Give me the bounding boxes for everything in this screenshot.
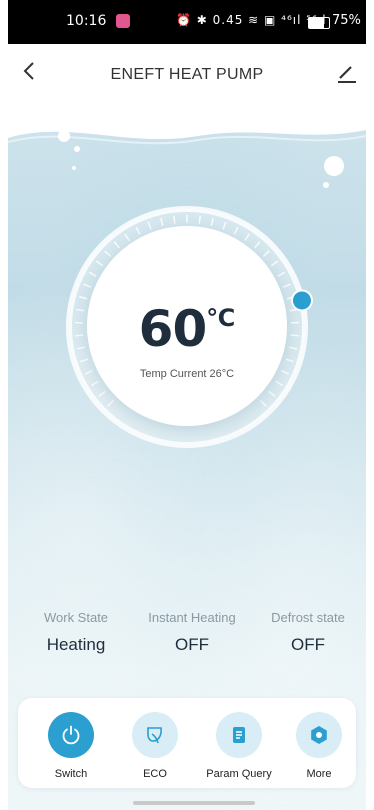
status-time: 10:16 (66, 13, 107, 29)
eco-label: ECO (143, 768, 167, 780)
bubble-decoration (324, 156, 344, 176)
param-query-label: Param Query (206, 768, 272, 780)
defrost-state: Defrost state OFF (248, 610, 368, 655)
home-indicator[interactable] (133, 801, 255, 805)
app-header: ENEFT HEAT PUMP (8, 44, 366, 104)
work-state-label: Work State (43, 610, 109, 625)
eco-button[interactable]: ECO (120, 712, 190, 780)
action-bar: Switch ECO Param Query More (18, 698, 356, 788)
dial-tick (173, 215, 176, 224)
work-state: Work State Heating (16, 610, 136, 655)
param-query-button[interactable]: Param Query (204, 712, 274, 780)
bubble-decoration (74, 146, 80, 152)
page-title: ENEFT HEAT PUMP (110, 66, 264, 83)
battery-percentage: 75% (332, 13, 361, 28)
status-panel: Work State Heating Instant Heating OFF D… (8, 610, 366, 660)
switch-label: Switch (54, 768, 88, 780)
set-temperature: 60℃ (0, 300, 374, 358)
defrost-state-label: Defrost state (271, 610, 345, 625)
instant-heating-label: Instant Heating (148, 610, 236, 625)
temperature-unit: ℃ (206, 304, 236, 332)
status-icons: ⏰ ✱ 0.45 ≋ ▣ ⁴⁶ıl ⁵⁶ıl (176, 13, 327, 27)
edit-button[interactable] (336, 62, 358, 84)
bubble-decoration (323, 182, 329, 188)
power-icon (48, 712, 94, 758)
switch-button[interactable]: Switch (36, 712, 106, 780)
work-state-value: Heating (46, 635, 106, 654)
current-temperature: Temp Current 26°C (139, 368, 235, 380)
notification-app-icon (116, 14, 130, 28)
instant-heating-value: OFF (175, 635, 209, 654)
more-button[interactable]: More (284, 712, 354, 780)
document-icon (216, 712, 262, 758)
bubble-decoration (58, 130, 70, 142)
set-temperature-value: 60 (138, 300, 208, 358)
more-label: More (306, 768, 332, 780)
defrost-state-value: OFF (291, 635, 325, 654)
dial-tick (198, 215, 201, 224)
status-bar: 10:16 ⏰ ✱ 0.45 ≋ ▣ ⁴⁶ıl ⁵⁶ıl 75% (8, 0, 366, 44)
bubble-decoration (72, 166, 76, 170)
battery-icon (308, 17, 330, 29)
instant-heating-state: Instant Heating OFF (132, 610, 252, 655)
gear-icon (296, 712, 342, 758)
leaf-icon (132, 712, 178, 758)
pencil-icon (338, 66, 356, 83)
